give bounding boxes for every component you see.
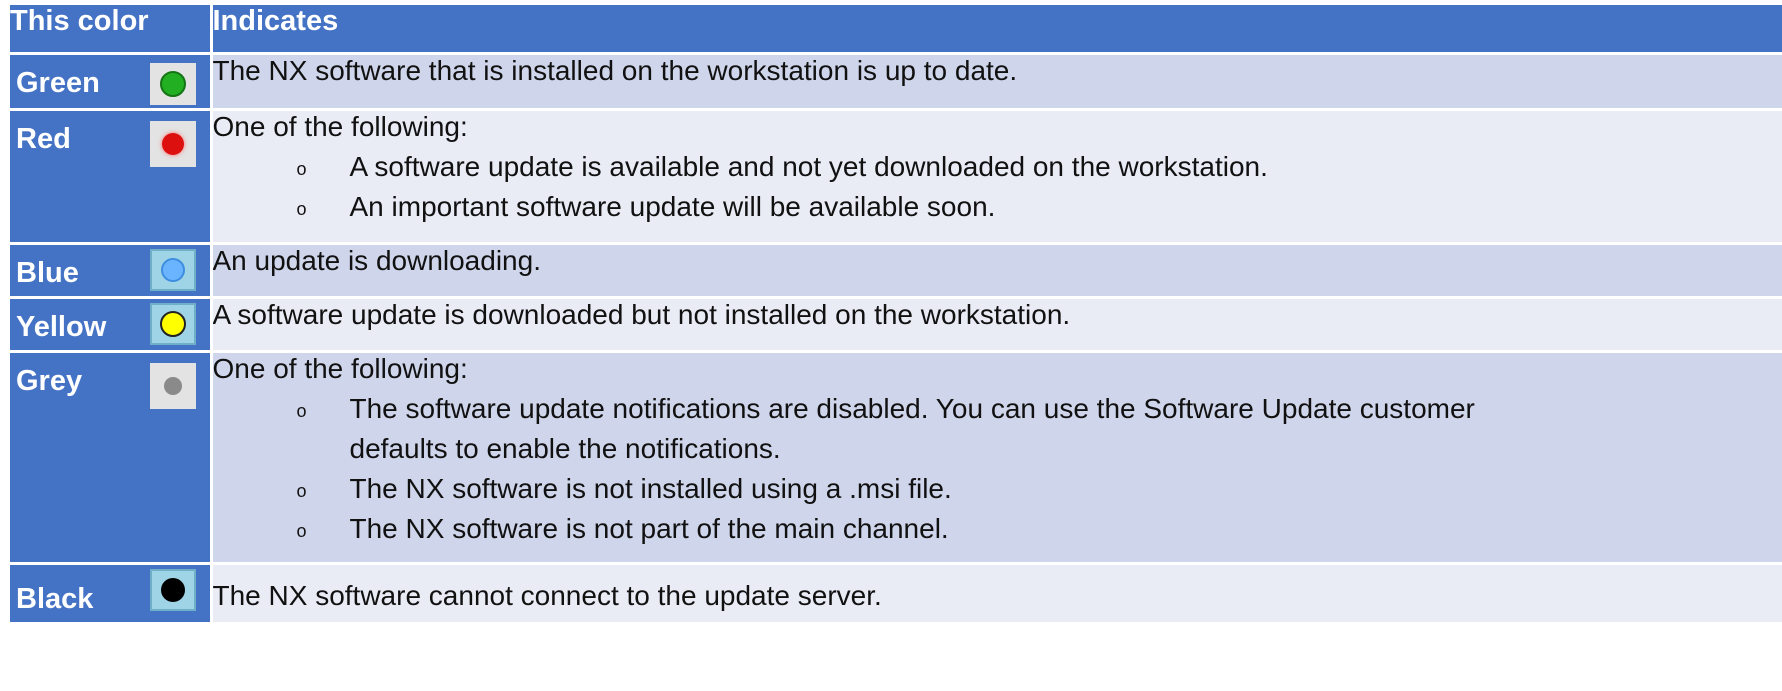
- color-cell-yellow: Yellow: [10, 297, 213, 353]
- bullet-text: The NX software is not part of the main …: [349, 512, 949, 544]
- bullet-icon: o: [296, 158, 307, 179]
- blue-dot-icon: [161, 257, 185, 282]
- list-item: o The NX software is not installed using …: [213, 469, 1782, 509]
- list-item: o The NX software is not part of the main…: [213, 509, 1782, 549]
- grey-description: One of the following:: [212, 352, 468, 384]
- bullet-text: A software update is available and not y…: [349, 150, 1268, 182]
- desc-cell-yellow: A software update is downloaded but not …: [211, 297, 1782, 353]
- bullet-icon: o: [296, 400, 307, 421]
- red-dot-icon: [162, 132, 184, 155]
- yellow-status-icon: [150, 302, 196, 345]
- list-item: o A software update is available and not …: [213, 147, 1782, 187]
- table-header-row: This color Indicates: [10, 5, 1782, 55]
- color-name-red: Red: [16, 122, 71, 155]
- grey-dot-icon: [164, 376, 182, 395]
- list-item: o The software update notifications are d…: [213, 389, 1782, 469]
- desc-cell-grey: One of the following: o The software upda…: [211, 351, 1782, 565]
- color-name-grey: Grey: [16, 364, 83, 397]
- color-cell-blue: Blue: [10, 243, 213, 299]
- color-cell-black: Black: [10, 563, 213, 625]
- table-row-black: Black The NX software cannot connect to …: [10, 563, 1782, 625]
- color-name-yellow: Yellow: [16, 310, 107, 343]
- list-item: o An important software update will be av…: [213, 187, 1782, 227]
- grey-bullet-list: o The software update notifications are d…: [213, 389, 1782, 549]
- red-description: One of the following:: [212, 110, 468, 142]
- page: This color Indicates Green The NX softwa…: [0, 0, 1782, 691]
- table-row-grey: Grey One of the following: o The software…: [10, 351, 1782, 565]
- header-this-color: This color: [10, 5, 213, 55]
- bullet-text-continued: defaults to enable the notifications.: [349, 432, 781, 464]
- blue-status-icon: [150, 248, 196, 291]
- red-status-icon: [150, 120, 196, 167]
- grey-status-icon: [150, 362, 196, 409]
- header-indicates: Indicates: [211, 5, 1782, 55]
- bullet-icon: o: [296, 480, 307, 501]
- bullet-text: An important software update will be ava…: [349, 190, 996, 222]
- bullet-text: The software update notifications are di…: [349, 392, 1475, 424]
- table-row-green: Green The NX software that is installed …: [10, 53, 1782, 111]
- desc-cell-red: One of the following: o A software update…: [211, 109, 1782, 245]
- color-cell-green: Green: [10, 53, 213, 111]
- table-row-red: Red One of the following: o A software up…: [10, 109, 1782, 245]
- table-row-yellow: Yellow A software update is downloaded b…: [10, 297, 1782, 353]
- desc-cell-blue: An update is downloading.: [211, 243, 1782, 299]
- bullet-icon: o: [296, 198, 307, 219]
- bullet-icon: o: [296, 520, 307, 541]
- black-dot-icon: [161, 577, 185, 602]
- bullet-text: The NX software is not installed using a…: [349, 472, 952, 504]
- red-bullet-list: o A software update is available and not …: [213, 147, 1782, 227]
- desc-cell-black: The NX software cannot connect to the up…: [211, 563, 1782, 625]
- desc-cell-green: The NX software that is installed on the…: [211, 53, 1782, 111]
- status-color-table: This color Indicates Green The NX softwa…: [10, 5, 1782, 625]
- color-cell-red: Red: [10, 109, 213, 245]
- table-row-blue: Blue An update is downloading.: [10, 243, 1782, 299]
- color-name-blue: Blue: [16, 256, 79, 289]
- green-dot-icon: [160, 70, 186, 97]
- color-cell-grey: Grey: [10, 351, 213, 565]
- yellow-dot-icon: [160, 310, 186, 337]
- green-status-icon: [150, 62, 196, 105]
- black-status-icon: [150, 568, 196, 611]
- color-name-black: Black: [16, 582, 94, 615]
- color-name-green: Green: [16, 66, 100, 99]
